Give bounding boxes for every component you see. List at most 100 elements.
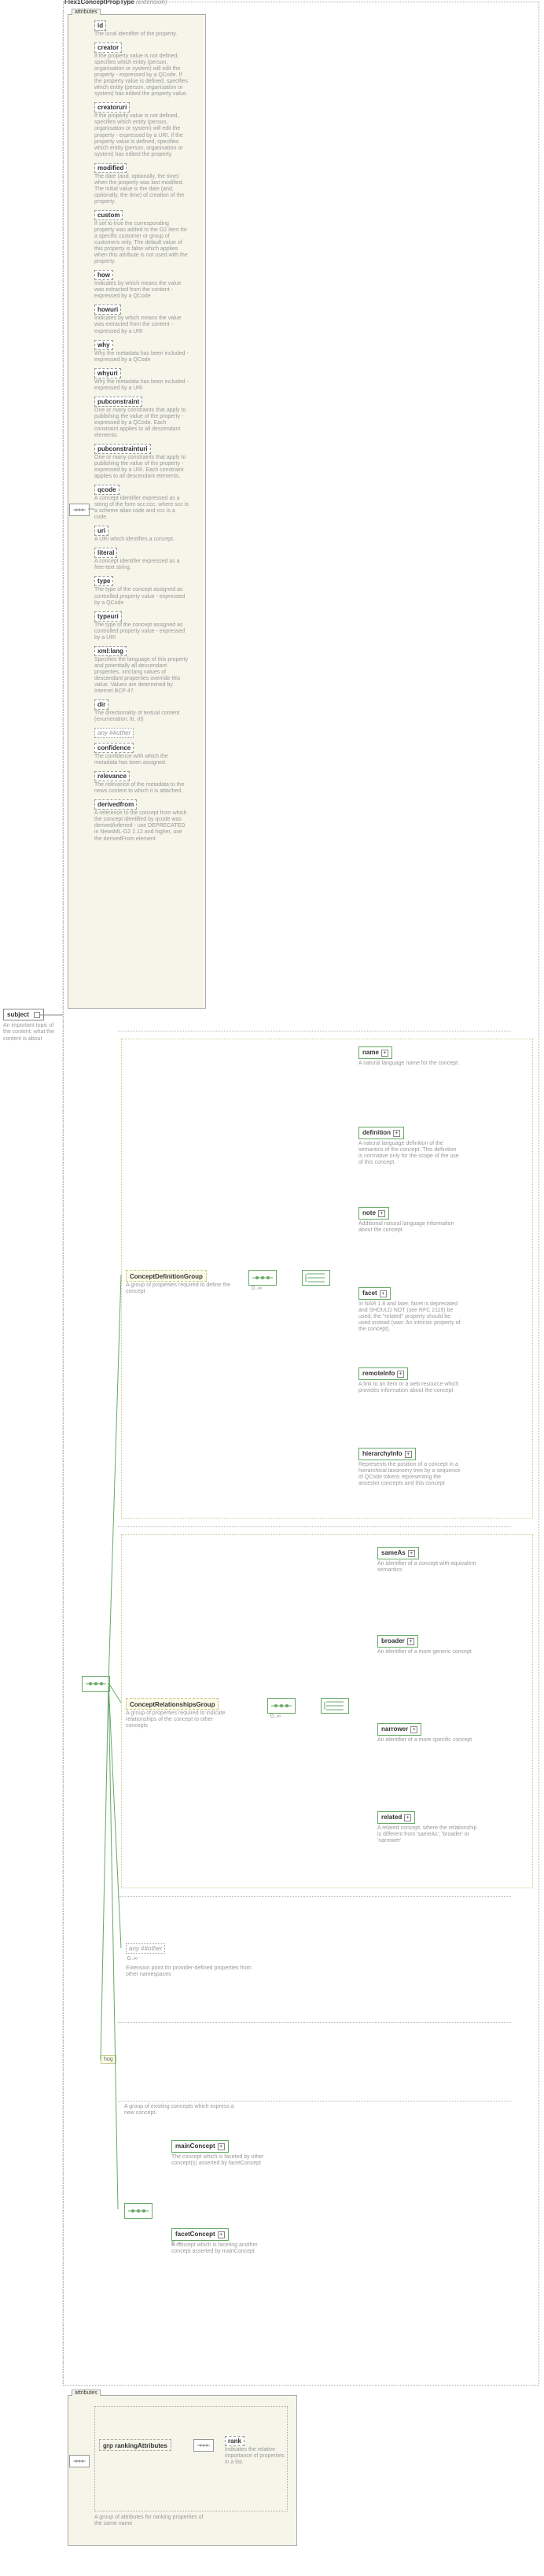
- rel-sequence-icon: [267, 1698, 296, 1714]
- diagram-canvas: subject An important topic of the conten…: [0, 0, 544, 13]
- element-desc: Represents the position of a concept in …: [358, 1462, 461, 1487]
- card: 0..∞: [252, 1286, 262, 1291]
- child-element: definition+: [358, 1127, 404, 1139]
- attribute: dirThe directionality of textual content…: [94, 699, 195, 723]
- child-element: sameAs+: [377, 1547, 419, 1559]
- element-name: remoteInfo: [362, 1370, 395, 1377]
- child-element: facet+: [358, 1287, 391, 1300]
- element-desc: Additional natural language information …: [358, 1221, 461, 1234]
- attribute-name: typeuri: [94, 611, 122, 622]
- attribute-name: why: [94, 340, 113, 350]
- any-other-element: any ##other: [126, 1943, 165, 1954]
- attribute: confidenceThe confidence with which the …: [94, 743, 195, 766]
- element-name: facetConcept: [175, 2231, 215, 2238]
- attribute-name: type: [94, 576, 113, 586]
- root-element: subject: [3, 1009, 44, 1020]
- element-desc: A natural language definition of the sem…: [358, 1141, 461, 1166]
- attribute: modifiedThe date (and, optionally, the t…: [94, 163, 195, 205]
- attribute-name: pubconstrainturi: [94, 444, 151, 454]
- rank-group-desc: A group of attributes for ranking proper…: [94, 2515, 212, 2527]
- attributes-tab: attributes: [72, 9, 101, 15]
- expand-icon[interactable]: +: [397, 1371, 404, 1378]
- attribute: customIf set to true the corresponding p…: [94, 210, 195, 265]
- expand-icon[interactable]: +: [218, 2143, 225, 2150]
- separator: [118, 2022, 511, 2023]
- attribute-desc: The relevance of the metadata to the new…: [94, 782, 189, 795]
- child-element: narrower+: [377, 1723, 421, 1736]
- group-name: ConceptDefinitionGroup: [130, 1273, 203, 1280]
- attribute-name: pubconstraint: [94, 397, 142, 407]
- attribute-name: modified: [94, 163, 127, 173]
- element-desc: An identifier of a more specific concept: [377, 1737, 480, 1744]
- attribute-desc: The type of the concept assigned as cont…: [94, 587, 189, 606]
- expand-icon[interactable]: +: [407, 1638, 414, 1645]
- root-element-name: subject: [7, 1011, 29, 1018]
- separator: [118, 2101, 511, 2102]
- attribute-desc: The confidence with which the metadata h…: [94, 754, 189, 766]
- attribute-name: creator: [94, 42, 122, 53]
- element-desc: The concept which is faceted by other co…: [171, 2154, 274, 2167]
- attribute: pubconstrainturiOne or many constraints …: [94, 444, 195, 480]
- bag-desc: A group of existing concepts which expre…: [124, 2104, 234, 2117]
- expand-icon[interactable]: +: [408, 1550, 415, 1557]
- attribute-name: literal: [94, 548, 117, 558]
- extension-label: (extension): [136, 0, 167, 6]
- element-desc: A concept which is faceting another conc…: [171, 2242, 274, 2255]
- child-element: facetConcept+: [171, 2228, 229, 2241]
- separator: [118, 1896, 511, 1897]
- attribute: creatorIf the property value is not defi…: [94, 42, 195, 98]
- root-desc: An important topic of the content; what …: [3, 1023, 62, 1043]
- attribute: any ##other: [94, 728, 195, 738]
- element-name: definition: [362, 1129, 391, 1136]
- expand-icon[interactable]: +: [404, 1814, 411, 1821]
- element-name: broader: [381, 1637, 405, 1644]
- ranking-attributes-group: grp rankingAttributes: [99, 2439, 171, 2451]
- expand-icon[interactable]: +: [381, 1050, 388, 1057]
- attribute-desc: Why the metadata has been included - exp…: [94, 351, 189, 364]
- attribute-desc: The local identifier of the property.: [94, 31, 189, 38]
- card: 0..∞: [270, 1714, 281, 1719]
- child-element: hierarchyInfo+: [358, 1448, 416, 1460]
- element-name: mainConcept: [175, 2142, 215, 2150]
- attribute: creatoruriIf the property value is not d…: [94, 102, 195, 157]
- attribute: typeuriThe type of the concept assigned …: [94, 611, 195, 641]
- attribute-name: qcode: [94, 485, 119, 495]
- attribute: idThe local identifier of the property.: [94, 20, 195, 38]
- expand-icon[interactable]: +: [405, 1451, 412, 1458]
- attribute-name: uri: [94, 526, 108, 536]
- rel-choice-icon: [321, 1698, 349, 1714]
- attribute-name: whyuri: [94, 368, 121, 378]
- attribute: relevanceThe relevance of the metadata t…: [94, 771, 195, 795]
- attribute: xml:langSpecifies the language of this p…: [94, 646, 195, 695]
- attribute-name: any ##other: [94, 728, 134, 738]
- attribute-desc: The date (and, optionally, the time) whe…: [94, 174, 189, 205]
- expand-icon[interactable]: +: [380, 1290, 387, 1297]
- concept-relationships-group: ConceptRelationshipsGroup: [126, 1698, 219, 1710]
- expand-icon[interactable]: +: [218, 2231, 225, 2238]
- expand-icon[interactable]: +: [410, 1726, 417, 1733]
- expand-icon[interactable]: +: [393, 1130, 400, 1137]
- child-element: remoteInfo+: [358, 1367, 408, 1380]
- attribute: literalA concept identifier expressed as…: [94, 548, 195, 571]
- attribute-name: howuri: [94, 304, 121, 315]
- attribute-name: derivedfrom: [94, 799, 137, 810]
- attribute-name: custom: [94, 210, 123, 220]
- attribute-desc: Indicates by which means the value was e…: [94, 316, 189, 334]
- expand-icon[interactable]: +: [378, 1210, 385, 1217]
- rank-attr: rank Indicates the relative importance o…: [225, 2436, 288, 2466]
- child-element: mainConcept+: [171, 2140, 229, 2153]
- hog-annotation: hog: [101, 2055, 116, 2064]
- child-element: broader+: [377, 1635, 418, 1648]
- attribute-name: relevance: [94, 771, 130, 781]
- attributes-tab-2: attributes: [72, 2390, 101, 2396]
- child-element: related+: [377, 1811, 415, 1824]
- attribute-list: idThe local identifier of the property. c…: [94, 20, 195, 847]
- attr2-sequence-icon: [69, 2455, 90, 2467]
- element-desc: An identifier of a more generic concept: [377, 1649, 480, 1655]
- child-element: note+: [358, 1207, 389, 1220]
- concept-definition-group: ConceptDefinitionGroup: [126, 1270, 207, 1282]
- attr-sequence-icon: [69, 504, 90, 516]
- element-name: name: [362, 1049, 379, 1056]
- element-name: sameAs: [381, 1549, 406, 1556]
- bag-sequence-icon: [124, 2203, 153, 2219]
